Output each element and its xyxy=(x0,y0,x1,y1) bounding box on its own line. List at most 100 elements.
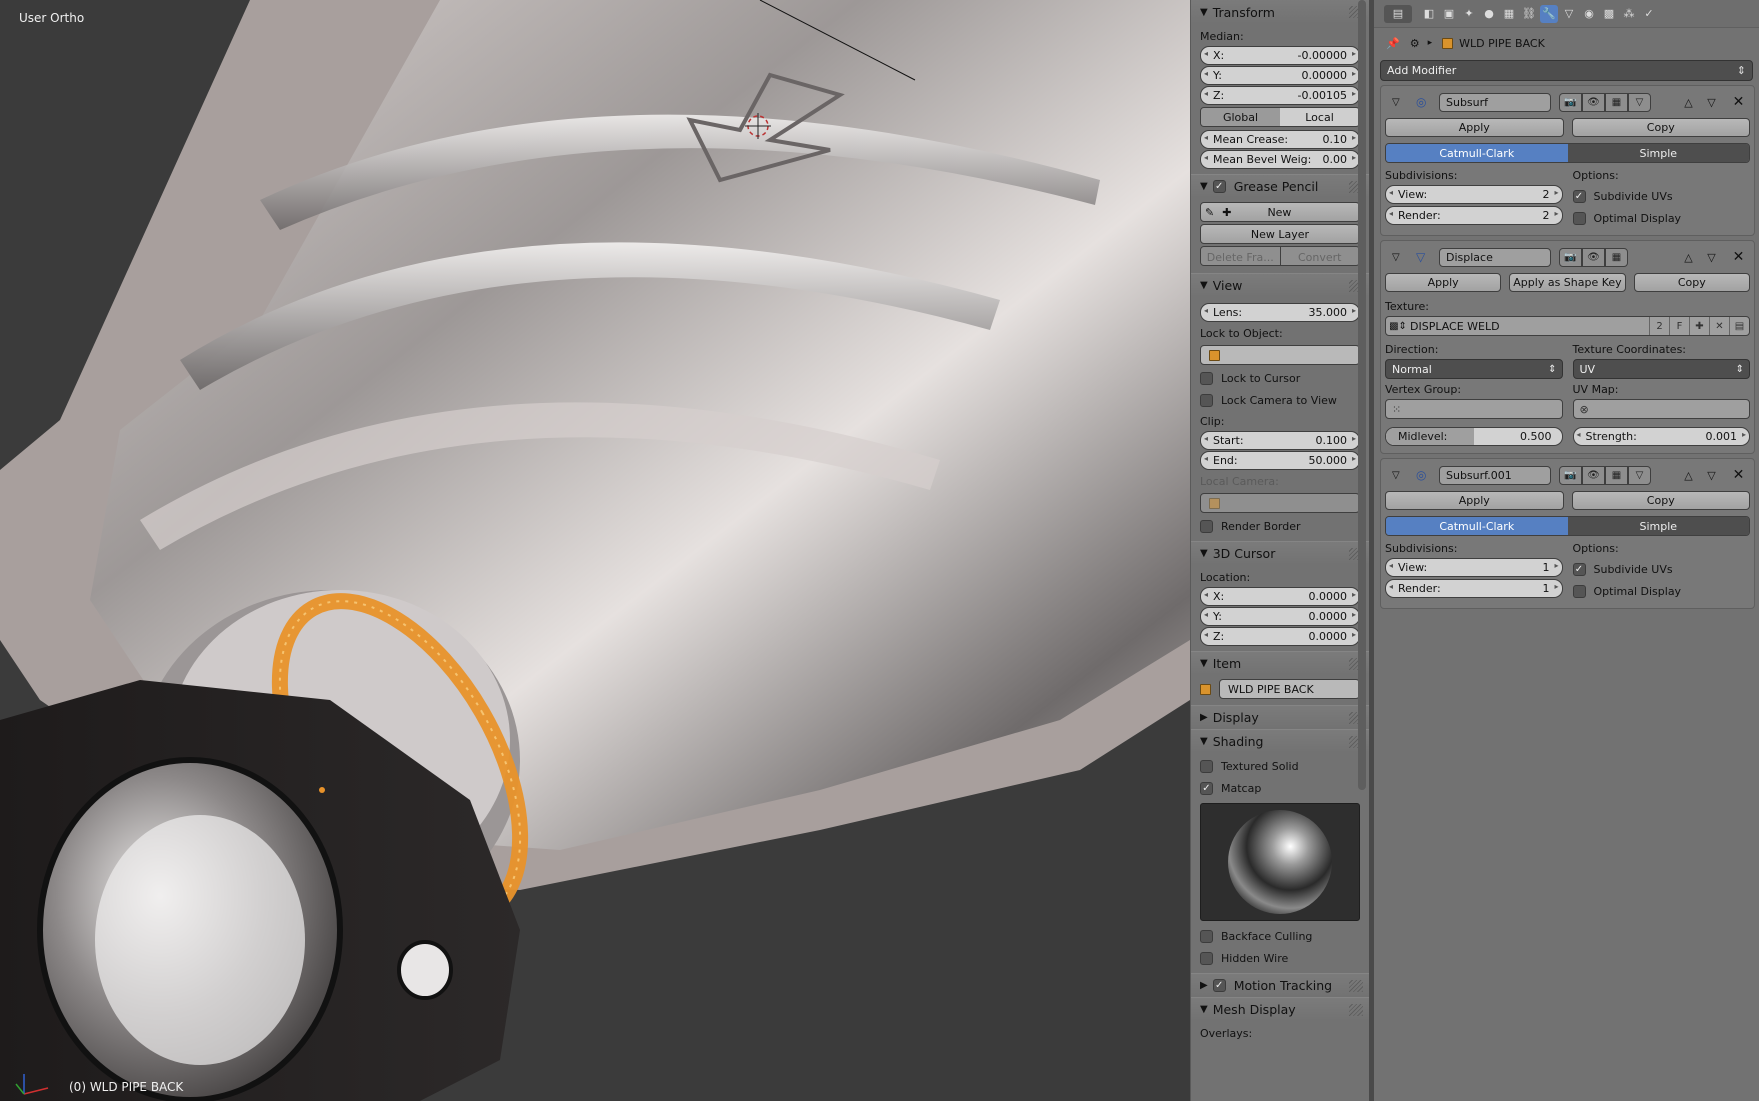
hidden-wire-option[interactable]: Hidden Wire xyxy=(1200,947,1360,969)
render-layers-tab-icon[interactable]: ▣ xyxy=(1440,5,1458,23)
simple-button[interactable]: Simple xyxy=(1567,144,1749,162)
strength-field[interactable]: Strength: 0.001 xyxy=(1572,427,1750,446)
checkbox[interactable] xyxy=(1572,211,1586,225)
vertex-group-field[interactable]: ⁙ xyxy=(1385,399,1563,419)
collapse-triangle-icon[interactable]: ▽ xyxy=(1392,252,1406,263)
cage-toggle-icon[interactable]: ▽ xyxy=(1628,92,1651,112)
unlink-texture-icon[interactable]: ✕ xyxy=(1709,317,1729,335)
npanel-scrollbar[interactable] xyxy=(1358,0,1366,790)
checkbox[interactable] xyxy=(1200,929,1213,943)
checkbox[interactable] xyxy=(1200,759,1213,773)
lock-object-field[interactable] xyxy=(1200,345,1360,365)
remove-modifier-icon[interactable]: ✕ xyxy=(1727,93,1750,112)
median-x-field[interactable]: X: -0.00000 xyxy=(1200,46,1360,65)
local-camera-field[interactable] xyxy=(1200,493,1360,513)
item-panel-header[interactable]: ▼ Item xyxy=(1191,651,1369,675)
texture-selector[interactable]: ▩⇕ DISPLACE WELD 2 F ✚ ✕ ▤ xyxy=(1385,316,1750,336)
copy-button[interactable]: Copy xyxy=(1571,118,1750,137)
median-z-field[interactable]: Z: -0.00105 xyxy=(1200,86,1360,105)
direction-dropdown[interactable]: Normal xyxy=(1385,359,1563,379)
fake-user-toggle[interactable]: F xyxy=(1669,317,1689,335)
drag-grip-icon[interactable] xyxy=(1349,980,1363,992)
global-button[interactable]: Global xyxy=(1201,108,1280,126)
modifiers-tab-icon[interactable]: 🔧 xyxy=(1540,4,1558,23)
modifier-name-field[interactable]: Displace xyxy=(1439,247,1551,267)
render-tab-icon[interactable]: ◧ xyxy=(1420,5,1438,23)
lock-cursor-option[interactable]: Lock to Cursor xyxy=(1200,367,1360,389)
view-levels-field[interactable]: View: 2 xyxy=(1385,185,1563,204)
convert-button[interactable]: Convert xyxy=(1279,247,1359,265)
apply-as-shape-key-button[interactable]: Apply as Shape Key xyxy=(1509,273,1626,292)
texture-coordinates-dropdown[interactable]: UV xyxy=(1572,359,1750,379)
motion-tracking-panel-header[interactable]: ▶ ✓ Motion Tracking xyxy=(1191,973,1369,997)
modifier-name-field[interactable]: Subsurf.001 xyxy=(1439,465,1551,485)
cursor-y-field[interactable]: Y: 0.0000 xyxy=(1200,607,1360,626)
catalytic-converter-mesh[interactable] xyxy=(0,0,1190,1101)
optimal-display-option[interactable]: Optimal Display xyxy=(1572,580,1751,602)
add-modifier-dropdown[interactable]: Add Modifier xyxy=(1380,60,1753,81)
clip-end-field[interactable]: End: 50.000 xyxy=(1200,451,1360,470)
view-levels-field[interactable]: View: 1 xyxy=(1385,558,1563,577)
object-tab-icon[interactable]: ▦ xyxy=(1500,5,1518,23)
pin-icon[interactable]: 📌 xyxy=(1386,37,1400,50)
texture-name[interactable]: DISPLACE WELD xyxy=(1410,320,1649,333)
mesh-display-panel-header[interactable]: ▼ Mesh Display xyxy=(1191,997,1369,1021)
lock-camera-option[interactable]: Lock Camera to View xyxy=(1200,389,1360,411)
textured-solid-option[interactable]: Textured Solid xyxy=(1200,755,1360,777)
copy-button[interactable]: Copy xyxy=(1633,273,1750,292)
render-levels-field[interactable]: Render: 2 xyxy=(1385,206,1563,225)
editmode-toggle-icon[interactable]: ▦ xyxy=(1605,247,1628,267)
move-down-icon[interactable]: ▽ xyxy=(1700,93,1723,112)
new-texture-icon[interactable]: ✚ xyxy=(1689,317,1709,335)
mean-crease-field[interactable]: Mean Crease: 0.10 xyxy=(1200,130,1360,149)
remove-modifier-icon[interactable]: ✕ xyxy=(1727,466,1750,485)
mean-bevel-field[interactable]: Mean Bevel Weig: 0.00 xyxy=(1200,150,1360,169)
transform-panel-header[interactable]: ▼ Transform xyxy=(1191,0,1369,24)
lens-field[interactable]: Lens: 35.000 xyxy=(1200,303,1360,322)
checkbox[interactable]: ✓ xyxy=(1200,781,1213,795)
move-down-icon[interactable]: ▽ xyxy=(1700,248,1723,267)
remove-modifier-icon[interactable]: ✕ xyxy=(1727,248,1750,267)
collapse-triangle-icon[interactable]: ▽ xyxy=(1392,470,1406,481)
render-toggle-icon[interactable]: 📷 xyxy=(1559,247,1582,267)
subdivide-uvs-option[interactable]: ✓ Subdivide UVs xyxy=(1572,185,1751,207)
scene-tab-icon[interactable]: ✦ xyxy=(1460,5,1478,23)
catmull-clark-button[interactable]: Catmull-Clark xyxy=(1386,144,1568,162)
optimal-display-option[interactable]: Optimal Display xyxy=(1572,207,1751,229)
material-tab-icon[interactable]: ◉ xyxy=(1580,5,1598,23)
simple-button[interactable]: Simple xyxy=(1567,517,1749,535)
shading-panel-header[interactable]: ▼ Shading xyxy=(1191,729,1369,753)
modifier-name-field[interactable]: Subsurf xyxy=(1439,92,1551,112)
editor-type-icon[interactable]: ▤ xyxy=(1384,4,1412,23)
cursor-z-field[interactable]: Z: 0.0000 xyxy=(1200,627,1360,646)
editmode-toggle-icon[interactable]: ▦ xyxy=(1605,465,1628,485)
cage-toggle-icon[interactable]: ▽ xyxy=(1628,465,1651,485)
midlevel-slider[interactable]: Midlevel: 0.500 xyxy=(1385,427,1563,446)
clip-start-field[interactable]: Start: 0.100 xyxy=(1200,431,1360,450)
view-panel-header[interactable]: ▼ View xyxy=(1191,273,1369,297)
collapse-triangle-icon[interactable]: ▽ xyxy=(1392,97,1406,108)
checkbox[interactable] xyxy=(1200,371,1213,385)
move-up-icon[interactable]: △ xyxy=(1677,466,1700,485)
render-toggle-icon[interactable]: 📷 xyxy=(1559,465,1582,485)
new-grease-pencil-button[interactable]: ✎ ✚ New xyxy=(1200,202,1360,222)
render-levels-field[interactable]: Render: 1 xyxy=(1385,579,1563,598)
checkbox[interactable]: ✓ xyxy=(1572,189,1586,203)
3d-viewport[interactable]: User Ortho (0) WLD PIPE BACK xyxy=(0,0,1190,1101)
drag-grip-icon[interactable] xyxy=(1349,1004,1363,1016)
viewport-toggle-icon[interactable]: 👁 xyxy=(1582,247,1605,267)
median-y-field[interactable]: Y: 0.00000 xyxy=(1200,66,1360,85)
editmode-toggle-icon[interactable]: ▦ xyxy=(1605,92,1628,112)
apply-button[interactable]: Apply xyxy=(1385,273,1502,292)
move-down-icon[interactable]: ▽ xyxy=(1700,466,1723,485)
subdivide-uvs-option[interactable]: ✓ Subdivide UVs xyxy=(1572,558,1751,580)
render-border-option[interactable]: Render Border xyxy=(1200,515,1360,537)
matcap-preview[interactable] xyxy=(1200,803,1360,921)
motion-tracking-checkbox[interactable]: ✓ xyxy=(1212,979,1226,992)
cursor-x-field[interactable]: X: 0.0000 xyxy=(1200,587,1360,606)
physics-tab-icon[interactable]: ✓ xyxy=(1640,5,1658,23)
grease-pencil-checkbox[interactable]: ✓ xyxy=(1212,180,1226,193)
backface-culling-option[interactable]: Backface Culling xyxy=(1200,925,1360,947)
checkbox[interactable]: ✓ xyxy=(1572,562,1586,576)
delete-frame-button[interactable]: Delete Fra... xyxy=(1201,247,1280,265)
